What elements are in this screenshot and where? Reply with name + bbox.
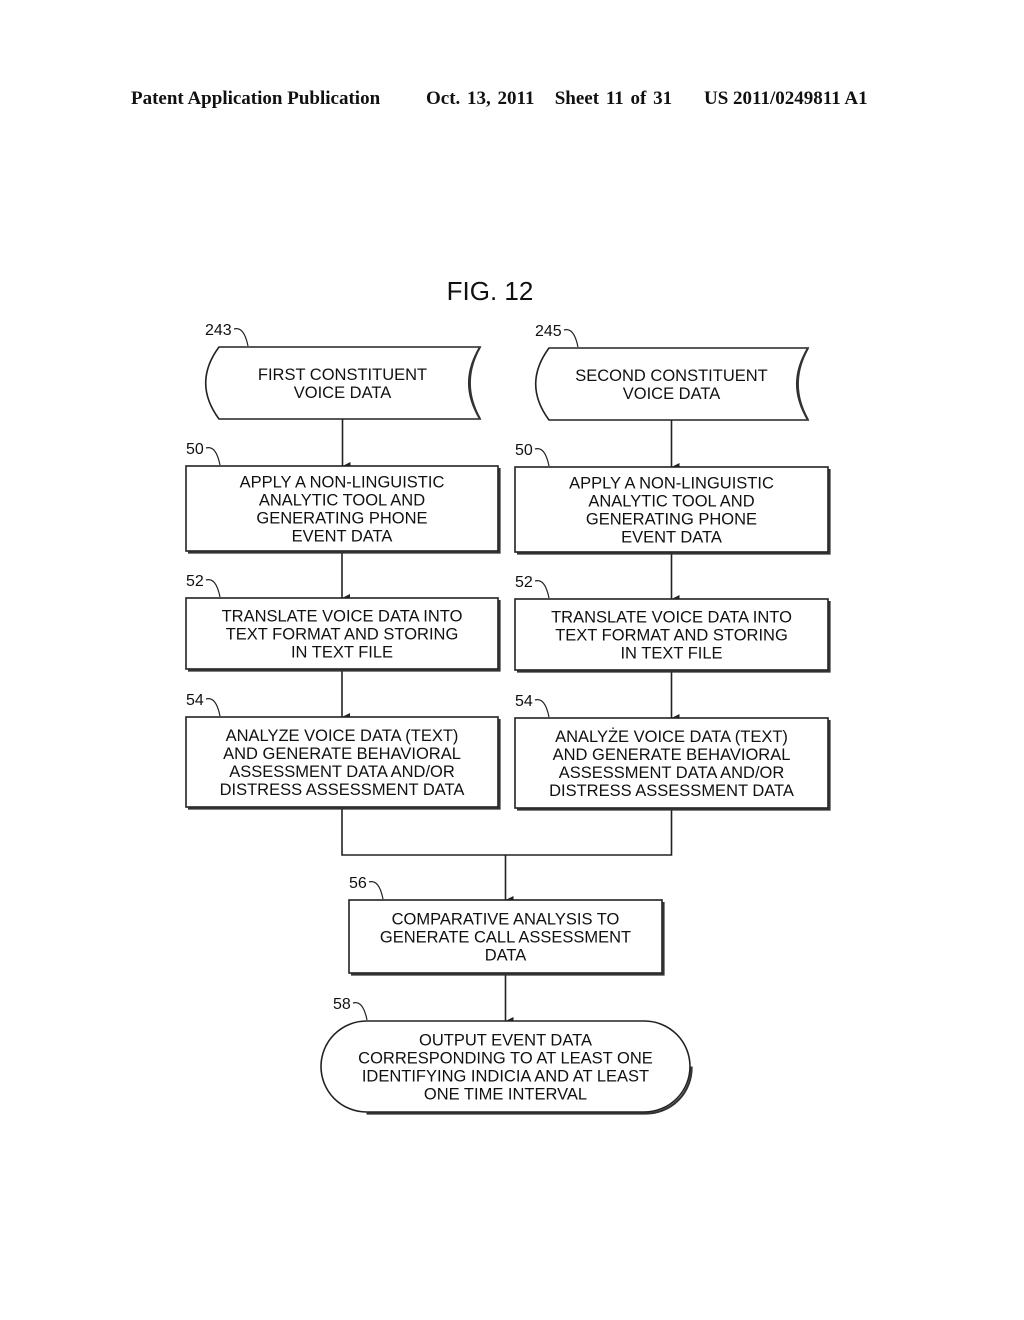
node-label-line: GENERATING PHONE: [586, 511, 757, 529]
node-label-line: GENERATING PHONE: [256, 510, 427, 528]
node-label-line: CORRESPONDING TO AT LEAST ONE: [358, 1050, 653, 1068]
node-label-line: TEXT FORMAT AND STORING: [555, 627, 788, 645]
flowchart: FIRST CONSTITUENTVOICE DATA243SECOND CON…: [185, 322, 831, 1115]
leader-line: [205, 698, 221, 717]
node-label-line: AND GENERATE BEHAVIORAL: [553, 746, 791, 764]
edge-right-54-to-compare-56: [505, 808, 673, 856]
node-label-line: ANALYTIC TOOL AND: [259, 492, 425, 510]
node-label-line: ONE TIME INTERVAL: [424, 1086, 587, 1104]
node-label-line: GENERATE CALL ASSESSMENT: [380, 929, 631, 947]
node-label-line: ANALYTIC TOOL AND: [588, 493, 754, 511]
reference-numeral: 245: [535, 323, 562, 340]
node-label-line: EVENT DATA: [621, 529, 722, 547]
node-label-line: FIRST CONSTITUENT: [258, 366, 427, 384]
second-voice-node: SECOND CONSTITUENTVOICE DATA 245: [534, 323, 810, 421]
node-label-line: TRANSLATE VOICE DATA INTO: [551, 609, 792, 627]
leader-line: [368, 881, 384, 900]
reference-numeral: 243: [205, 322, 232, 339]
reference-numeral: 52: [515, 574, 533, 591]
reference-numeral: 54: [186, 692, 204, 709]
first-voice-node: FIRST CONSTITUENTVOICE DATA 243: [204, 322, 482, 420]
leader-line: [534, 448, 550, 467]
leader-line: [352, 1002, 368, 1021]
node-label-line: EVENT DATA: [292, 528, 393, 546]
node-label-line: IDENTIFYING INDICIA AND AT LEAST: [362, 1068, 649, 1086]
node-label-line: TEXT FORMAT AND STORING: [226, 626, 459, 644]
leader-line: [205, 579, 221, 598]
node-label-line: COMPARATIVE ANALYSIS TO: [392, 911, 620, 929]
node-label-line: ASSESSMENT DATA AND/OR: [229, 763, 455, 781]
reference-numeral: 50: [515, 442, 533, 459]
node-label-line: DATA: [485, 947, 527, 965]
reference-numeral: 56: [349, 875, 367, 892]
leader-line: [534, 580, 550, 599]
leader-line: [205, 447, 221, 466]
node-label-line: VOICE DATA: [623, 385, 721, 403]
node-label-line: ANALYZE VOICE DATA (TEXT): [226, 727, 459, 745]
node-label-line: SECOND CONSTITUENT: [575, 367, 768, 385]
node-label-line: VOICE DATA: [294, 384, 392, 402]
reference-numeral: 54: [515, 693, 533, 710]
reference-numeral: 50: [186, 441, 204, 458]
node-label-line: APPLY A NON-LINGUISTIC: [569, 475, 774, 493]
node-label-line: TRANSLATE VOICE DATA INTO: [222, 608, 463, 626]
leader-line: [534, 699, 550, 718]
node-label-line: IN TEXT FILE: [620, 645, 722, 663]
leader-line: [233, 328, 249, 347]
node-label-line: AND GENERATE BEHAVIORAL: [223, 745, 461, 763]
edge-left-54-to-compare-56: [341, 807, 506, 856]
reference-numeral: 58: [333, 996, 351, 1013]
node-label-line: APPLY A NON-LINGUISTIC: [240, 474, 445, 492]
node-label-line: IN TEXT FILE: [291, 644, 393, 662]
node-label-line: DISTRESS ASSESSMENT DATA: [549, 782, 794, 800]
node-label-line: OUTPUT EVENT DATA: [419, 1032, 592, 1050]
reference-numeral: 52: [186, 573, 204, 590]
nodes: FIRST CONSTITUENTVOICE DATA243SECOND CON…: [185, 322, 831, 1115]
node-label-line: ANALYŻE VOICE DATA (TEXT): [555, 727, 788, 746]
node-label-line: ASSESSMENT DATA AND/OR: [559, 764, 785, 782]
leader-line: [563, 329, 579, 348]
node-label-line: DISTRESS ASSESSMENT DATA: [220, 781, 465, 799]
